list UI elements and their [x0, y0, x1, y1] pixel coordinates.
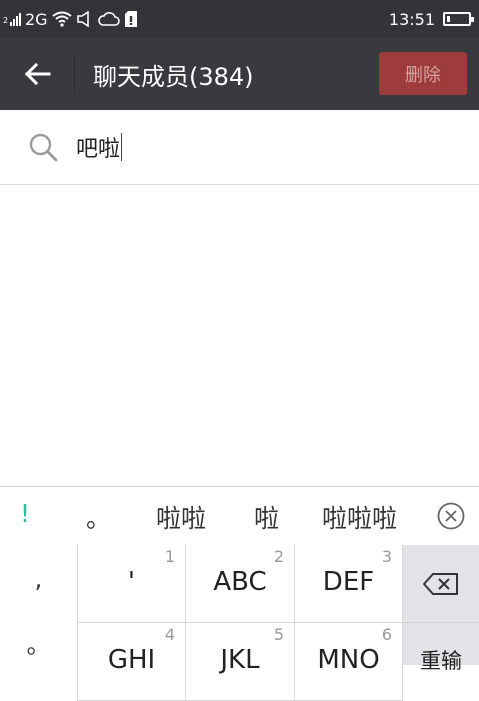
cloud-icon [97, 12, 120, 26]
search-query: 吧啦 [76, 137, 121, 162]
arrow-left-icon [24, 62, 51, 86]
backspace-icon [423, 572, 458, 595]
key-3[interactable]: 3 DEF [295, 545, 403, 623]
key-comma[interactable]: , [0, 565, 77, 593]
title-bar: 聊天成员(384) 删除 [0, 38, 479, 110]
clock: 13:51 [388, 9, 435, 29]
battery-icon [443, 12, 474, 26]
sd-card-icon [124, 11, 137, 27]
network-type: 2G [25, 9, 48, 29]
candidate-bar: ! 。 啦啦 啦 啦啦啦 [0, 486, 479, 545]
key-period[interactable]: 。 [0, 625, 77, 660]
search-bar[interactable]: 吧啦 [0, 110, 479, 185]
key-6[interactable]: 6 MNO [295, 623, 403, 701]
silent-speaker-icon [76, 11, 89, 27]
backspace-button[interactable] [403, 545, 479, 623]
signal-icon: 2 [3, 12, 21, 26]
close-circle-icon[interactable] [437, 502, 465, 530]
title-divider [74, 56, 75, 92]
candidate-item[interactable]: ! [20, 499, 30, 528]
candidate-item[interactable]: 啦啦 [156, 499, 206, 535]
search-input[interactable]: 吧啦 [76, 131, 123, 163]
search-icon [29, 133, 58, 162]
key-4[interactable]: 4 GHI [77, 623, 186, 701]
key-1[interactable]: 1 ' [77, 545, 186, 623]
reinput-button[interactable]: 重输 [403, 645, 479, 675]
candidate-item[interactable]: 啦啦啦 [322, 499, 397, 535]
back-button[interactable] [0, 38, 74, 110]
page-title: 聊天成员(384) [93, 62, 254, 91]
keyboard: , 。 1 ' 2 ABC 3 DEF 4 GHI 5 JKL 6 MNO 重输 [0, 545, 479, 701]
wifi-icon [51, 11, 72, 27]
candidate-item[interactable]: 。 [86, 499, 111, 535]
key-2[interactable]: 2 ABC [186, 545, 295, 623]
status-bar: 2 2G 13:51 [0, 0, 479, 38]
function-keys: 重输 [403, 545, 479, 673]
candidate-item[interactable]: 啦 [254, 499, 279, 535]
text-cursor [121, 133, 123, 161]
key-5[interactable]: 5 JKL [186, 623, 295, 701]
delete-button[interactable]: 删除 [379, 52, 467, 95]
